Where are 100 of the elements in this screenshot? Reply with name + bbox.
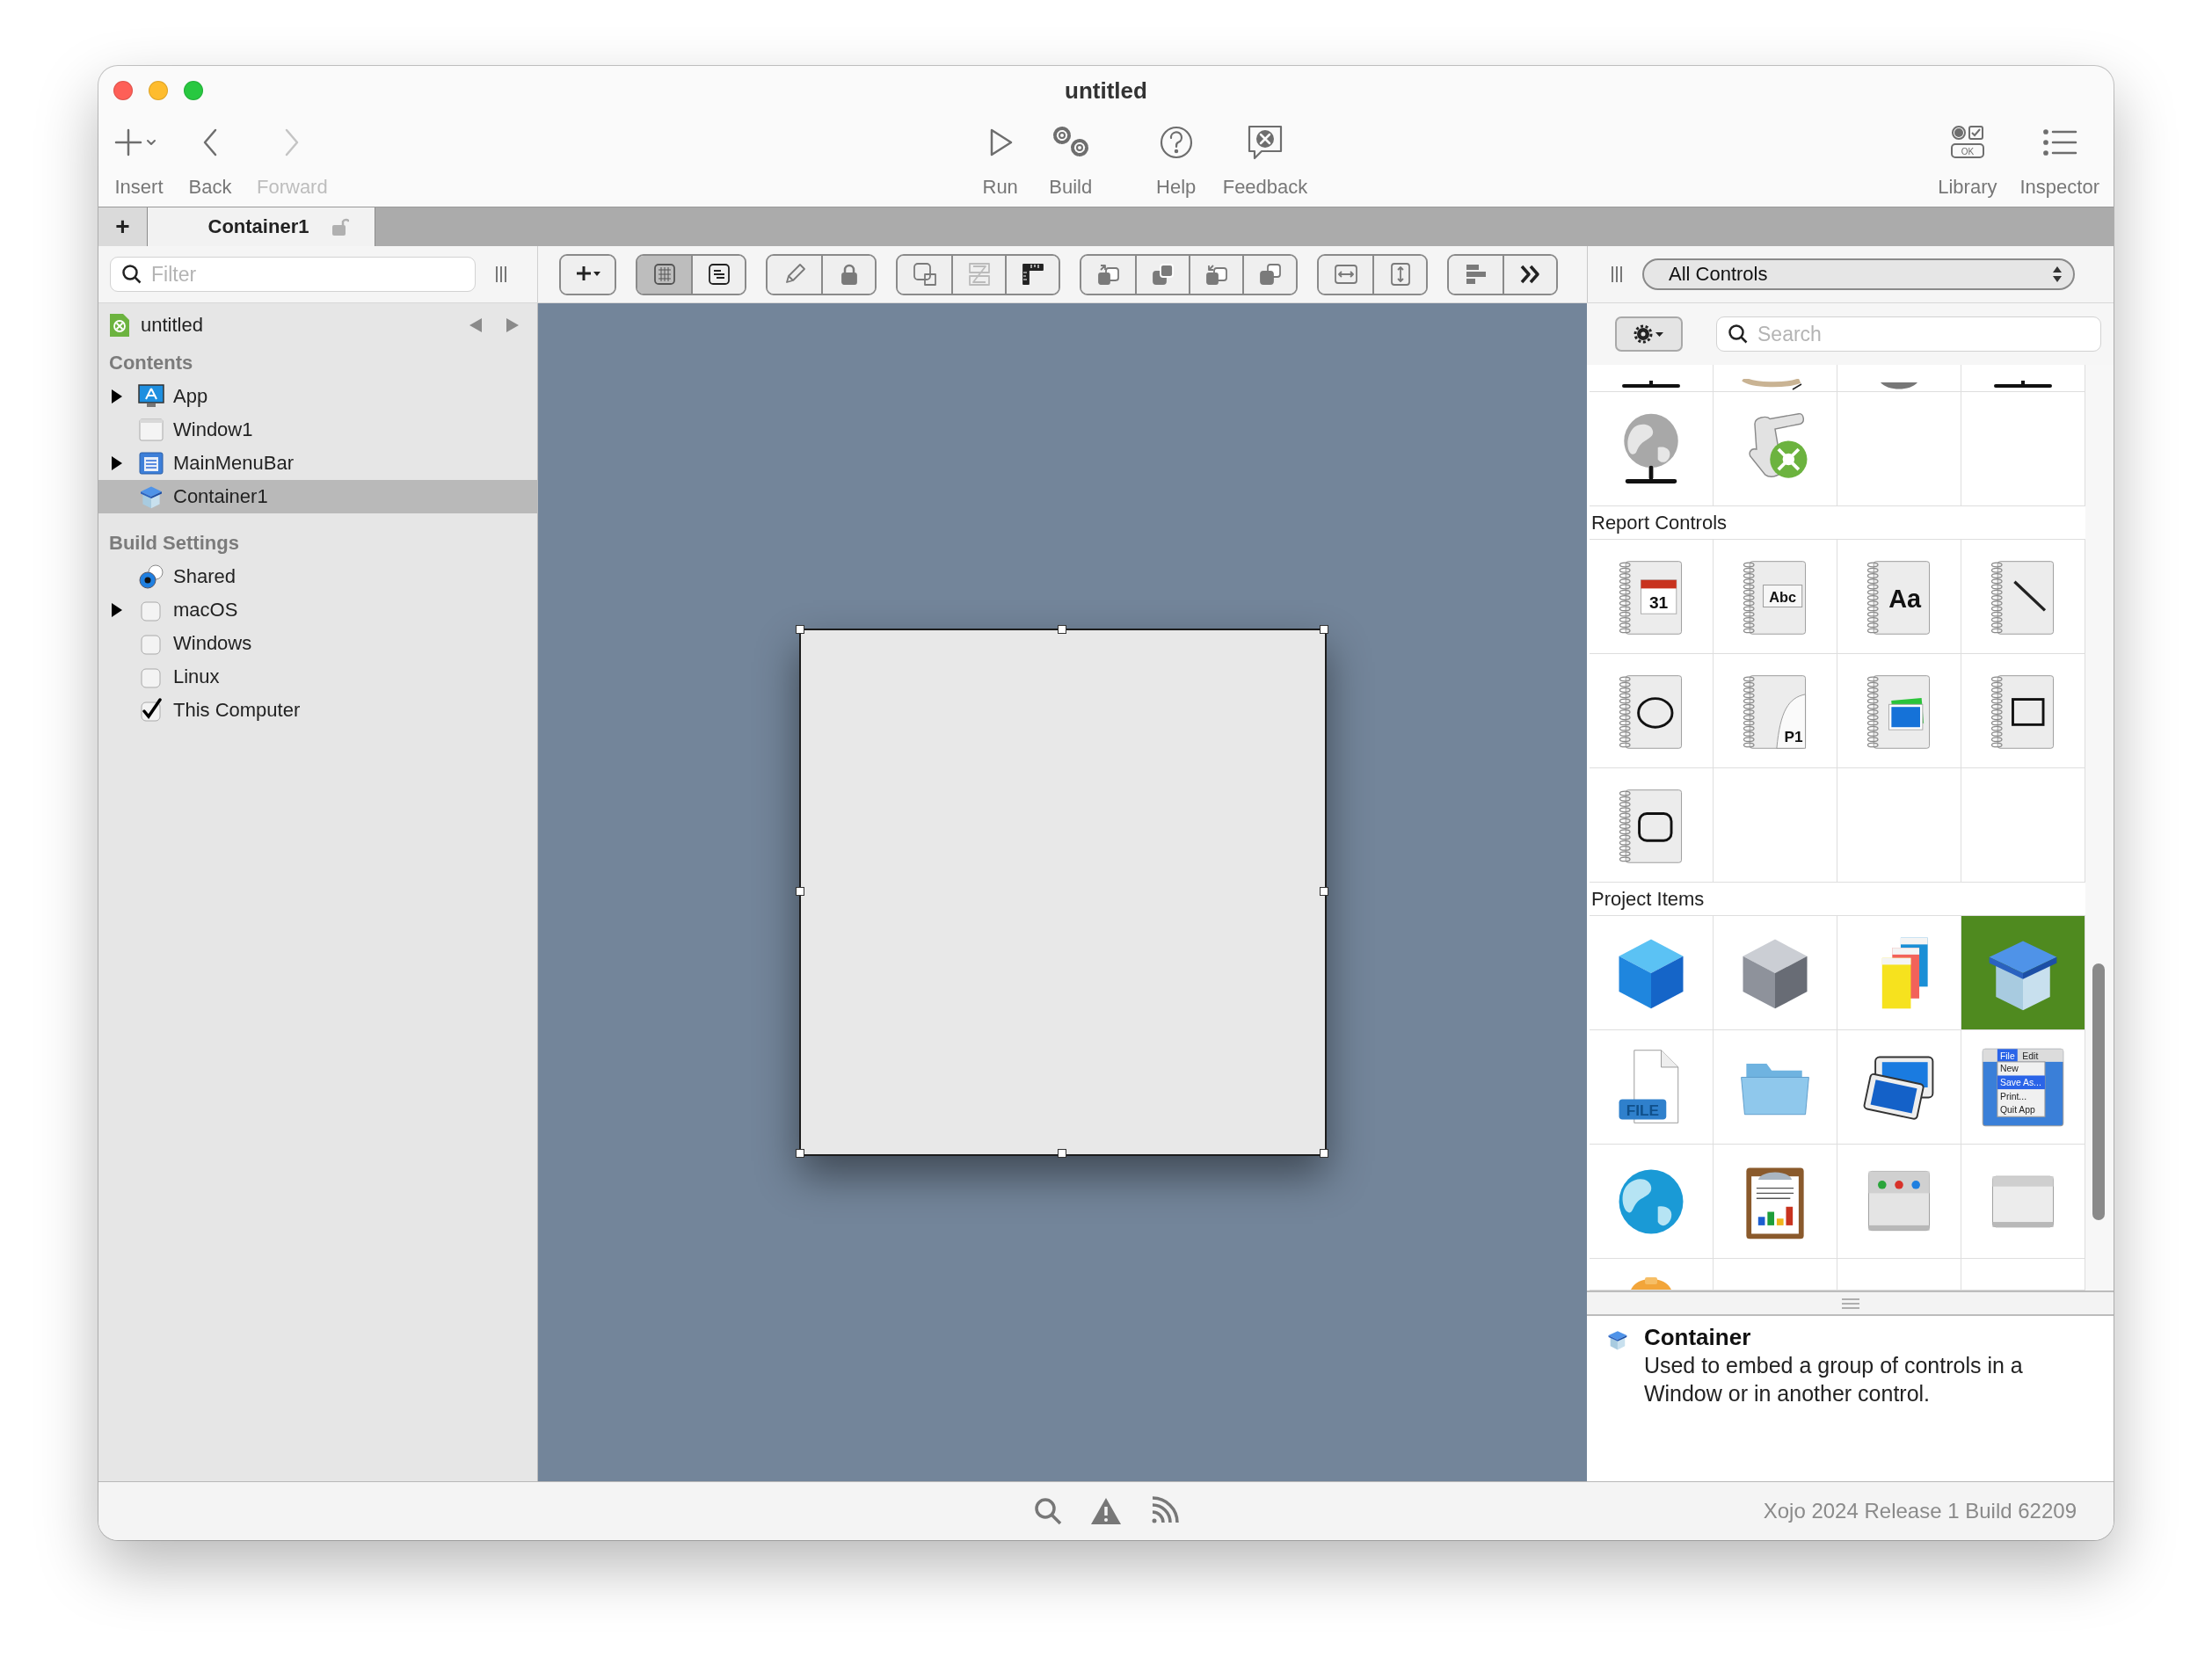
library-item[interactable]: 31 <box>1590 540 1714 654</box>
library-item[interactable] <box>1837 1030 1961 1145</box>
search-icon <box>121 264 142 285</box>
navigator-item[interactable]: MainMenuBar <box>98 447 537 480</box>
layout-tool-button[interactable] <box>1005 255 1059 294</box>
previous-button[interactable] <box>469 317 483 333</box>
library-item[interactable]: File Edit New Save As... Print... Quit App <box>1961 1030 2085 1145</box>
library-item[interactable] <box>1590 365 1714 392</box>
new-tab-button[interactable]: + <box>98 207 148 246</box>
icon-text: Abc <box>1769 588 1797 605</box>
column-handle-icon[interactable] <box>495 265 507 284</box>
window-title: untitled <box>1065 76 1147 105</box>
window-icon <box>139 418 164 441</box>
icon-text: Print... <box>2000 1091 2027 1101</box>
toolbar-button[interactable]: OK Library <box>1931 123 2005 199</box>
section-heading: Contents <box>108 351 194 375</box>
tab-title: Container1 <box>207 215 309 238</box>
oval-icon <box>1619 674 1683 749</box>
item-label: Window1 <box>173 418 253 441</box>
toolbar-button[interactable]: Run <box>969 123 1031 199</box>
icon-text: Quit App <box>2000 1104 2035 1115</box>
toolbar-button[interactable]: Feedback <box>1215 123 1315 199</box>
library-item[interactable]: Aa <box>1837 540 1961 654</box>
column-handle-icon[interactable] <box>1611 265 1623 284</box>
next-button[interactable] <box>506 317 520 333</box>
resize-handle[interactable] <box>1319 887 1328 896</box>
line-icon <box>1990 560 2055 635</box>
navigator-item[interactable]: App <box>98 380 537 413</box>
project-name: untitled <box>141 314 203 337</box>
padlock-icon <box>331 216 350 237</box>
icon-text: New <box>2000 1063 2019 1073</box>
item-title: Container <box>1643 1323 1752 1351</box>
toolbar-button[interactable]: Back <box>179 123 241 199</box>
icon-text: Save As... <box>2000 1077 2041 1087</box>
splitter-handle-icon[interactable] <box>1840 1298 1860 1309</box>
navigator-item[interactable]: Window1 <box>98 413 537 447</box>
picture-icon <box>1866 674 1931 749</box>
gear-menu-icon <box>1632 323 1666 345</box>
resize-handle[interactable] <box>1057 1149 1066 1158</box>
close-button[interactable] <box>113 81 133 100</box>
navigator-item[interactable]: This Computer <box>98 694 537 727</box>
icon-text: FILE <box>1626 1101 1660 1119</box>
search-icon[interactable] <box>1033 1496 1063 1526</box>
layout-tool-button[interactable] <box>1503 255 1556 294</box>
icon-text: 31 <box>1648 592 1669 612</box>
resize-handle[interactable] <box>795 887 804 896</box>
toolbar-button[interactable]: Help <box>1145 123 1207 199</box>
search-icon <box>1728 323 1749 345</box>
radio-button[interactable] <box>138 563 164 590</box>
icon-text: Edit <box>2022 1050 2039 1061</box>
navigator-item[interactable]: Container1 <box>98 480 537 513</box>
layout-tool-button[interactable] <box>691 255 745 294</box>
toolbar-button[interactable]: Build <box>1039 123 1102 199</box>
warning-icon[interactable] <box>1089 1496 1123 1526</box>
library-filter-select[interactable]: All Controls <box>1642 258 2075 290</box>
item-label: Shared <box>173 565 236 588</box>
resize-handle[interactable] <box>1319 625 1328 634</box>
page-curl-icon <box>1743 674 1807 749</box>
menu-window-icon <box>139 452 164 475</box>
item-label: Windows <box>173 632 252 655</box>
icon-text: P1 <box>1784 727 1803 745</box>
triangle-right-icon <box>506 317 520 333</box>
icon-text: OK <box>1961 146 1975 156</box>
item-label: Container1 <box>173 485 268 508</box>
rectangle-icon <box>1990 674 2055 749</box>
project-file-icon <box>109 313 130 338</box>
library-item[interactable]: Abc <box>1714 540 1837 654</box>
layers-icon <box>911 261 938 287</box>
toolbar-button[interactable]: Insert <box>107 123 171 199</box>
checkbox[interactable] <box>140 698 163 723</box>
icon-text: Aa <box>1888 584 1922 612</box>
navigator-item[interactable]: Shared <box>98 560 537 593</box>
version-text: Xojo 2024 Release 1 Build 62209 <box>1763 1499 2077 1523</box>
disclosure-triangle-icon[interactable] <box>111 455 123 471</box>
tab[interactable]: Container1 <box>148 207 375 246</box>
item-label: macOS <box>173 599 238 622</box>
navigator-item[interactable]: macOS <box>98 593 537 627</box>
item-label: This Computer <box>173 699 301 722</box>
disclosure-triangle-icon[interactable] <box>111 389 123 404</box>
notebook-icon <box>1866 560 1931 635</box>
scrollbar-thumb[interactable] <box>2092 963 2105 1220</box>
updown-caret-icon <box>2052 265 2063 283</box>
resize-handle[interactable] <box>1057 625 1066 634</box>
disclosure-triangle-icon[interactable] <box>111 602 123 618</box>
section-heading: Build Settings <box>108 531 240 556</box>
library-item[interactable]: P1 <box>1714 654 1837 768</box>
toolbar-button[interactable]: Inspector <box>2012 123 2106 199</box>
resize-handle[interactable] <box>795 625 804 634</box>
item-label: MainMenuBar <box>173 452 294 475</box>
text-field-icon <box>1743 560 1807 635</box>
zoom-button[interactable] <box>184 81 203 100</box>
action-menu-button[interactable] <box>1615 316 1683 352</box>
resize-handle[interactable] <box>1319 1149 1328 1158</box>
file-icon <box>1619 1049 1679 1123</box>
navigator-item[interactable]: Windows <box>98 627 537 660</box>
navigator-item[interactable]: Linux <box>98 660 537 694</box>
library-item[interactable] <box>1961 365 2085 392</box>
resize-handle[interactable] <box>795 1149 804 1158</box>
partial-icon <box>1629 1277 1673 1290</box>
item-label: App <box>173 385 208 408</box>
